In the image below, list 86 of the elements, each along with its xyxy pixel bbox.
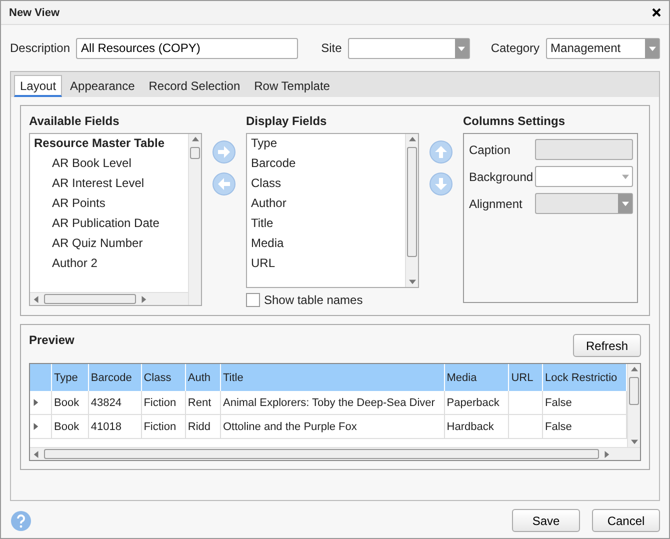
table-cell: 43824 bbox=[88, 391, 142, 415]
column-header[interactable]: URL bbox=[509, 364, 544, 391]
description-field[interactable]: All Resources (COPY) bbox=[76, 38, 298, 58]
close-icon[interactable] bbox=[652, 8, 661, 17]
tab[interactable]: Appearance bbox=[64, 75, 141, 97]
section-heading: Columns Settings bbox=[463, 114, 566, 128]
list-item[interactable]: URL bbox=[251, 256, 401, 270]
scroll-up-icon[interactable] bbox=[192, 136, 198, 143]
list-item[interactable]: Type bbox=[251, 136, 401, 150]
description-label: Description bbox=[10, 41, 70, 55]
table-cell: Paperback bbox=[444, 391, 510, 415]
help-icon[interactable] bbox=[10, 510, 32, 532]
scrollbar-thumb[interactable] bbox=[629, 377, 639, 405]
vertical-scrollbar[interactable] bbox=[405, 134, 418, 287]
checkbox-label: Show table names bbox=[264, 293, 363, 307]
scrollbar-thumb[interactable] bbox=[44, 449, 599, 459]
field-label: Background bbox=[469, 170, 534, 184]
table-cell: Fiction bbox=[142, 391, 186, 415]
table-cell: Hardback bbox=[444, 415, 510, 439]
dropdown-arrow-icon[interactable] bbox=[648, 44, 656, 52]
list-item[interactable]: Author 2 bbox=[34, 256, 184, 270]
category-dropdown[interactable]: Management bbox=[546, 38, 660, 58]
group-heading: Resource Master Table bbox=[34, 136, 166, 150]
section-heading: Display Fields bbox=[246, 114, 328, 128]
scrollbar-thumb[interactable] bbox=[407, 147, 417, 257]
column-header[interactable]: Lock Restrictio bbox=[543, 364, 627, 391]
scroll-up-icon[interactable] bbox=[630, 366, 638, 373]
vertical-scrollbar[interactable] bbox=[188, 134, 201, 305]
scrollbar-thumb[interactable] bbox=[190, 147, 200, 159]
list-item[interactable]: AR Points bbox=[34, 196, 184, 210]
table-cell: Book bbox=[52, 415, 89, 439]
table-cell: Book bbox=[52, 391, 89, 415]
tab[interactable]: Record Selection bbox=[142, 75, 246, 97]
scrollbar-thumb[interactable] bbox=[44, 294, 136, 304]
column-header[interactable]: Auth bbox=[186, 364, 221, 391]
site-label: Site bbox=[321, 41, 342, 55]
list-item[interactable]: Author bbox=[251, 196, 401, 210]
table-cell: 41018 bbox=[88, 415, 142, 439]
horizontal-scrollbar[interactable] bbox=[30, 292, 188, 305]
field-label: Alignment bbox=[469, 196, 524, 210]
list-item[interactable]: Class bbox=[251, 176, 401, 190]
column-header[interactable]: Media bbox=[444, 364, 510, 391]
dropdown-arrow-icon[interactable] bbox=[622, 173, 628, 180]
scroll-right-icon[interactable] bbox=[140, 296, 147, 302]
checkbox[interactable] bbox=[246, 293, 260, 307]
column-header[interactable]: Title bbox=[220, 364, 445, 391]
table-cell: Animal Explorers: Toby the Deep-Sea Diver bbox=[220, 391, 445, 415]
column-header[interactable]: Type bbox=[52, 364, 89, 391]
scroll-down-icon[interactable] bbox=[630, 438, 638, 445]
dropdown-arrow-icon[interactable] bbox=[458, 44, 466, 52]
tab[interactable]: Layout bbox=[14, 75, 62, 97]
section-heading: Available Fields bbox=[29, 114, 120, 128]
scroll-right-icon[interactable] bbox=[603, 450, 610, 458]
table-cell bbox=[509, 391, 544, 415]
column-header[interactable]: Barcode bbox=[88, 364, 142, 391]
category-label: Category bbox=[490, 41, 540, 55]
list-item[interactable]: AR Book Level bbox=[34, 156, 184, 170]
list-item[interactable]: AR Quiz Number bbox=[34, 236, 184, 250]
refresh-button[interactable]: Refresh bbox=[573, 334, 641, 357]
scroll-left-icon[interactable] bbox=[33, 296, 40, 302]
tab[interactable]: Row Template bbox=[248, 75, 336, 97]
scroll-left-icon[interactable] bbox=[33, 450, 40, 458]
dialog-button[interactable]: Save bbox=[512, 509, 580, 532]
table-cell bbox=[509, 415, 544, 439]
dialog-button[interactable]: Cancel bbox=[592, 509, 660, 532]
row-expand-icon[interactable] bbox=[32, 399, 39, 406]
table-cell: Rent bbox=[186, 391, 221, 415]
window-title: New View bbox=[9, 6, 60, 18]
scroll-down-icon[interactable] bbox=[408, 278, 416, 285]
dropdown[interactable] bbox=[535, 166, 633, 187]
column-header[interactable]: Class bbox=[142, 364, 186, 391]
list-item[interactable]: Title bbox=[251, 216, 401, 230]
table-cell: Fiction bbox=[142, 415, 186, 439]
table-cell: Ridd bbox=[186, 415, 221, 439]
horizontal-scrollbar[interactable] bbox=[30, 447, 640, 460]
field-label: Caption bbox=[469, 142, 512, 156]
section-heading: Preview bbox=[29, 333, 74, 347]
list-item[interactable]: AR Interest Level bbox=[34, 176, 184, 190]
list-item[interactable]: Barcode bbox=[251, 156, 401, 170]
row-expand-icon[interactable] bbox=[32, 423, 39, 430]
list-item[interactable]: AR Publication Date bbox=[34, 216, 184, 230]
vertical-scrollbar[interactable] bbox=[627, 364, 640, 447]
site-dropdown[interactable] bbox=[348, 38, 470, 58]
table-cell: Ottoline and the Purple Fox bbox=[220, 415, 445, 439]
list-item[interactable]: Media bbox=[251, 236, 401, 250]
scroll-up-icon[interactable] bbox=[408, 136, 416, 143]
